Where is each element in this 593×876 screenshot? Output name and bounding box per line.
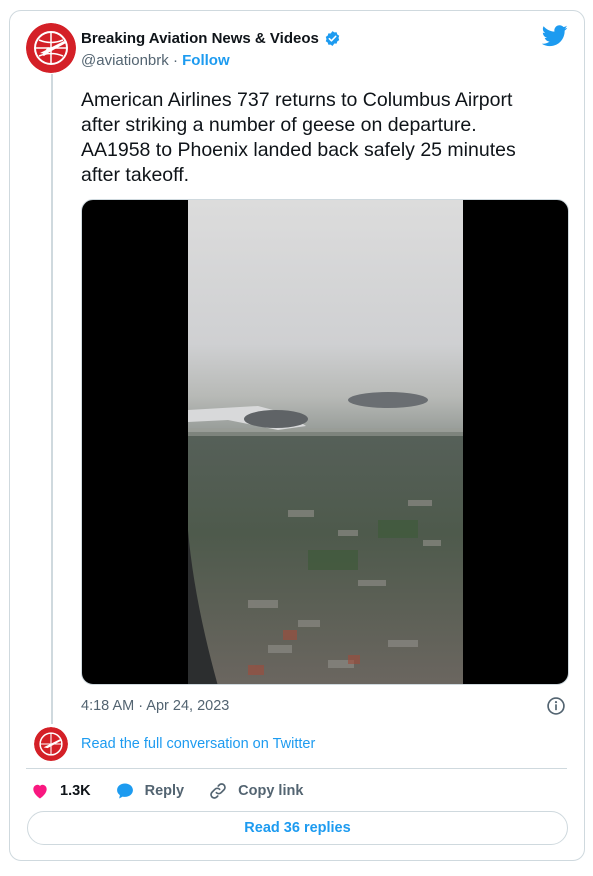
- read-replies-button[interactable]: Read 36 replies: [27, 811, 568, 845]
- author-avatar[interactable]: [26, 23, 76, 73]
- tweet-timestamp[interactable]: 4:18 AM · Apr 24, 2023: [81, 698, 229, 714]
- copy-link-button[interactable]: Copy link: [208, 781, 303, 801]
- reply-label: Reply: [144, 783, 185, 799]
- speech-bubble-icon: [116, 783, 133, 799]
- read-conversation-link[interactable]: Read the full conversation on Twitter: [81, 736, 315, 752]
- thread-line: [51, 74, 53, 724]
- verified-badge-icon: [325, 31, 340, 46]
- copy-link-label: Copy link: [238, 783, 304, 799]
- conversation-avatar[interactable]: [34, 727, 68, 761]
- follow-link[interactable]: Follow: [182, 52, 230, 69]
- like-count: 1.3K: [60, 783, 91, 799]
- video-frame-airplane-window: [188, 200, 463, 684]
- heart-icon: [33, 784, 47, 799]
- author-name-row: Breaking Aviation News & Videos: [81, 30, 341, 47]
- info-icon[interactable]: [546, 696, 566, 716]
- handle-separator: ·: [172, 52, 178, 69]
- tweet-video[interactable]: [81, 199, 569, 685]
- tweet-actions: 1.3K Reply Copy link: [30, 779, 327, 803]
- like-button[interactable]: 1.3K: [30, 781, 91, 801]
- author-name[interactable]: Breaking Aviation News & Videos: [81, 30, 319, 47]
- twitter-bird-icon[interactable]: [542, 25, 568, 47]
- author-handle-row: @aviationbrk · Follow: [81, 52, 230, 69]
- author-handle[interactable]: @aviationbrk: [81, 52, 169, 69]
- link-icon: [210, 783, 226, 799]
- read-replies-label: Read 36 replies: [244, 820, 351, 836]
- tweet-text: American Airlines 737 returns to Columbu…: [81, 89, 516, 186]
- actions-divider: [26, 768, 567, 769]
- reply-button[interactable]: Reply: [115, 781, 185, 801]
